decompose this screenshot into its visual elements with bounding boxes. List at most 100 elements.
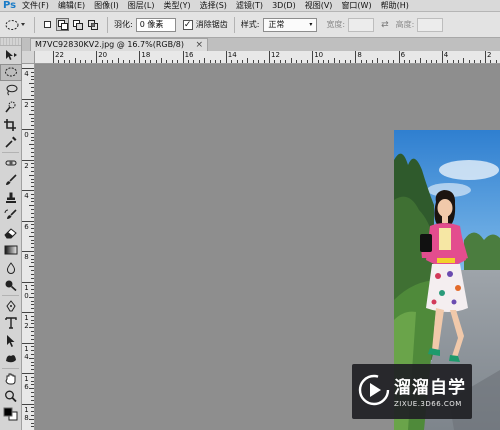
color-swatches[interactable] — [0, 405, 22, 423]
ruler-tick — [177, 60, 179, 63]
spot-healing-tool[interactable] — [0, 154, 22, 172]
options-divider — [107, 16, 108, 33]
horizontal-ruler[interactable]: 22 20 18 16 14 12 10 8 6 4 2 — [35, 51, 500, 64]
ruler-label: 4 — [24, 70, 29, 78]
ruler-tick — [236, 60, 238, 63]
subtract-from-selection-button[interactable] — [71, 18, 84, 31]
quick-selection-tool[interactable] — [0, 99, 22, 117]
antialias-checkbox[interactable]: ✓ — [182, 19, 193, 30]
menu-file[interactable]: 文件(F) — [22, 0, 49, 11]
close-icon[interactable]: × — [195, 39, 203, 51]
ruler-tick — [31, 125, 34, 127]
height-label: 高度: — [395, 20, 415, 29]
ruler-tick — [215, 60, 216, 63]
zoom-tool[interactable] — [0, 388, 22, 406]
ruler-tick — [31, 426, 34, 428]
ruler-tick — [452, 60, 454, 63]
hand-tool[interactable] — [0, 370, 22, 388]
ruler-tick — [144, 60, 146, 63]
ellipse-marquee-icon — [5, 19, 25, 30]
tool-preset-picker[interactable] — [4, 18, 28, 32]
shape-tool[interactable] — [0, 350, 22, 368]
pen-tool[interactable] — [0, 297, 22, 315]
lasso-tool[interactable] — [0, 81, 22, 99]
ruler-tick — [290, 58, 292, 63]
width-input[interactable] — [348, 17, 375, 32]
ruler-tick — [31, 315, 34, 317]
ruler-tick — [350, 60, 351, 63]
intersect-selection-button[interactable] — [86, 18, 99, 31]
menu-filter[interactable]: 滤镜(T) — [236, 0, 263, 11]
new-selection-button[interactable] — [41, 18, 54, 31]
eraser-tool[interactable] — [0, 224, 22, 242]
ruler-tick — [31, 117, 34, 119]
ruler-tick — [31, 71, 34, 73]
ruler-tick — [31, 365, 34, 367]
menu-view[interactable]: 视图(V) — [305, 0, 333, 11]
menu-layer[interactable]: 图层(L) — [128, 0, 155, 11]
menu-help[interactable]: 帮助(H) — [381, 0, 409, 11]
clone-stamp-tool[interactable] — [0, 189, 22, 207]
ruler-tick — [31, 273, 34, 275]
gradient-icon — [4, 245, 18, 255]
menu-window[interactable]: 窗口(W) — [341, 0, 371, 11]
play-logo-icon — [358, 374, 390, 406]
menu-type[interactable]: 类型(Y) — [163, 0, 190, 11]
ruler-tick — [29, 83, 34, 85]
ruler-tick — [414, 60, 416, 63]
menu-edit[interactable]: 编辑(E) — [58, 0, 85, 11]
blur-tool[interactable] — [0, 259, 22, 277]
marquee-tool[interactable] — [0, 63, 22, 81]
bandage-icon — [5, 160, 17, 166]
ruler-tick — [31, 331, 34, 333]
magnifier-icon — [5, 390, 17, 403]
ruler-tick — [31, 399, 34, 401]
add-to-selection-button[interactable] — [56, 18, 69, 31]
ruler-tick — [204, 58, 206, 63]
ruler-tick — [31, 262, 34, 264]
ruler-tick — [31, 422, 34, 424]
ruler-tick — [29, 174, 34, 176]
height-input[interactable] — [417, 17, 444, 32]
vertical-ruler[interactable]: 4 2 0 2 4 6 8 10 12 14 16 18 — [22, 64, 35, 430]
ruler-tick — [161, 58, 162, 63]
path-selection-tool[interactable] — [0, 332, 22, 350]
ruler-tick — [306, 60, 308, 63]
move-tool[interactable] — [0, 46, 22, 64]
ruler-tick — [63, 60, 65, 63]
document-tab[interactable]: M7VC92830KV2.jpg @ 16.7%(RGB/8) × — [30, 38, 208, 51]
ruler-tick — [425, 60, 427, 63]
ruler-tick — [468, 60, 470, 63]
ruler-tick — [31, 228, 34, 230]
ruler-tick — [382, 60, 384, 63]
swap-dimensions-button[interactable]: ⇄ — [381, 20, 389, 30]
ruler-origin[interactable] — [22, 51, 35, 64]
ruler-tick — [333, 58, 335, 63]
history-brush-icon — [4, 209, 17, 220]
ruler-tick — [22, 373, 34, 374]
eyedropper-tool[interactable] — [0, 134, 22, 152]
ellipse-marquee-icon — [5, 67, 17, 77]
ruler-tick — [387, 60, 389, 63]
ruler-tick — [393, 60, 395, 63]
brush-tool[interactable] — [0, 172, 22, 190]
dodge-tool[interactable] — [0, 277, 22, 295]
ruler-tick — [31, 380, 34, 382]
menu-select[interactable]: 选择(S) — [200, 0, 227, 11]
ruler-tick — [31, 148, 34, 150]
type-tool[interactable] — [0, 315, 22, 333]
ruler-tick — [31, 414, 34, 416]
style-select[interactable]: 正常 ▾ — [263, 17, 318, 32]
color-swatches-icon — [3, 407, 18, 421]
menu-3d[interactable]: 3D(D) — [272, 1, 296, 10]
history-brush-tool[interactable] — [0, 207, 22, 225]
ruler-tick — [29, 327, 34, 329]
ruler-tick — [409, 60, 411, 63]
panel-grip[interactable] — [0, 38, 21, 46]
ruler-tick — [29, 144, 34, 146]
menu-bar: Ps 文件(F) 编辑(E) 图像(I) 图层(L) 类型(Y) 选择(S) 滤… — [0, 0, 500, 12]
menu-image[interactable]: 图像(I) — [94, 0, 119, 11]
feather-input[interactable]: 0 像素 — [135, 17, 176, 32]
gradient-tool[interactable] — [0, 242, 22, 260]
crop-tool[interactable] — [0, 116, 22, 134]
